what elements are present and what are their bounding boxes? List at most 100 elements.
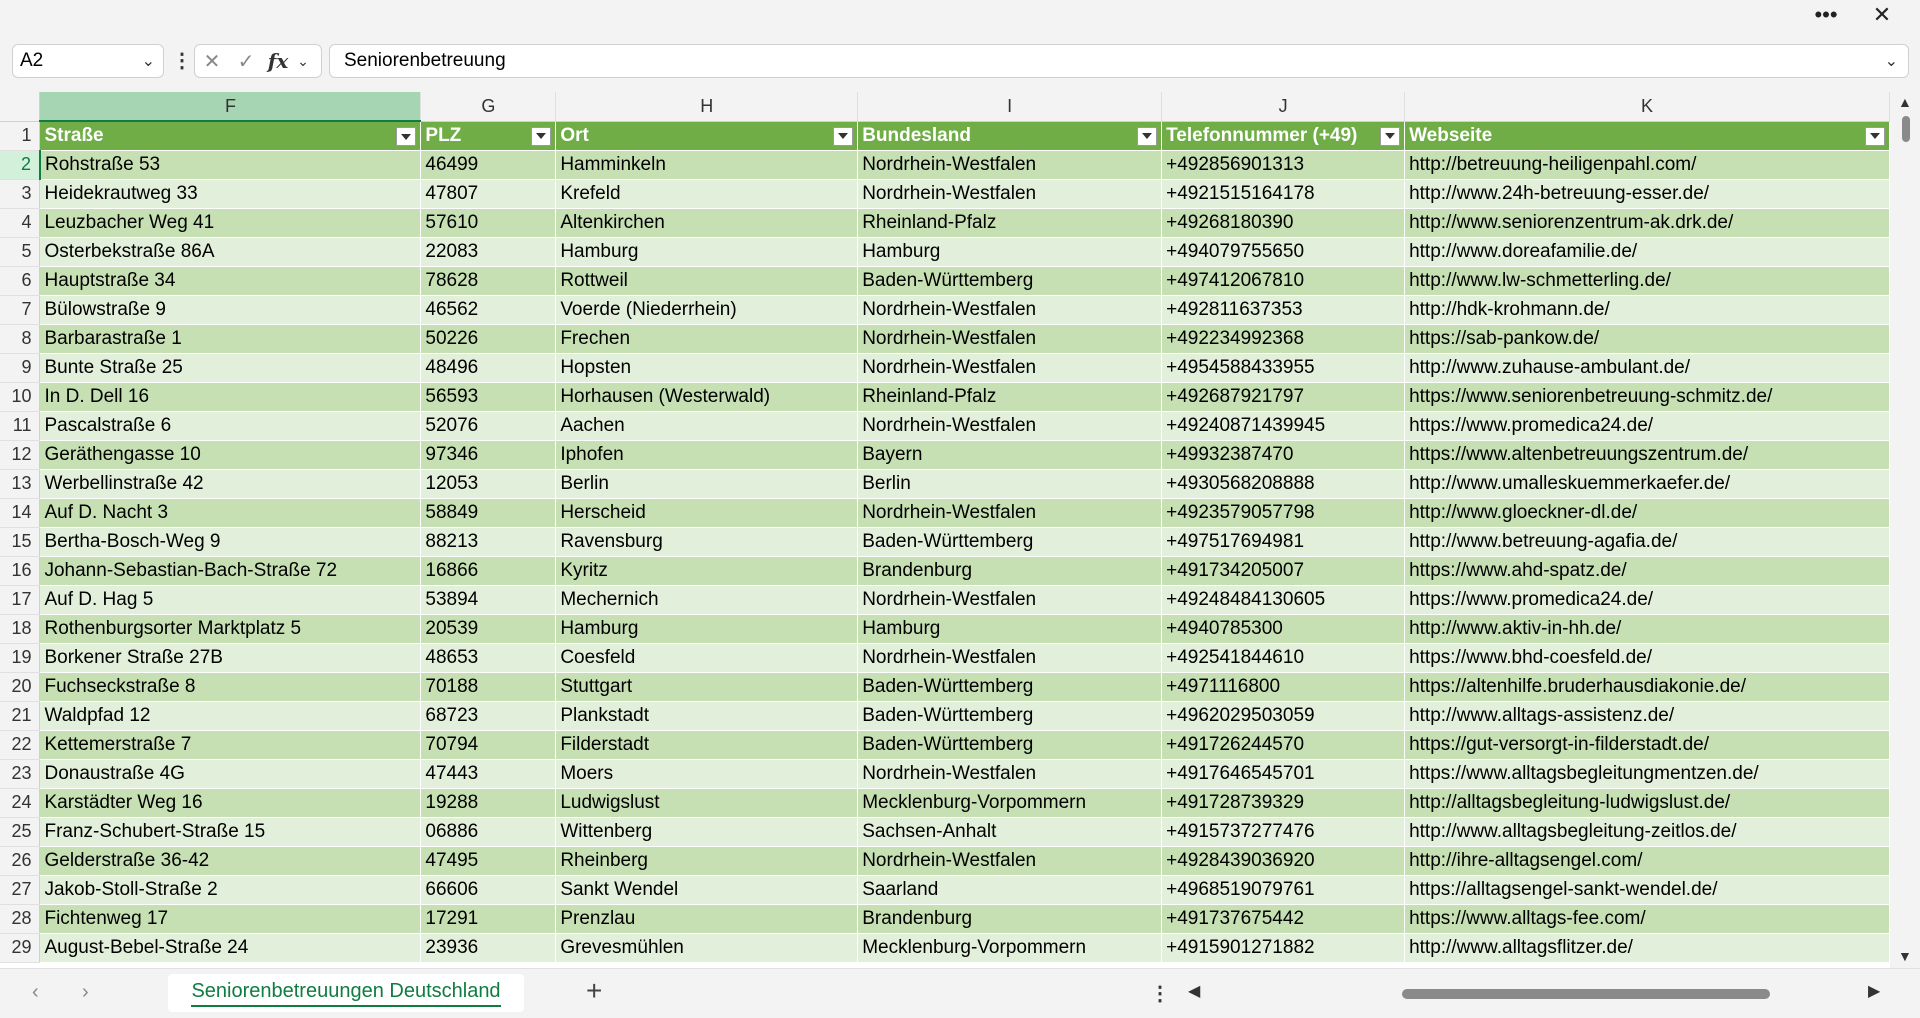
scroll-left-icon[interactable]: ◀ <box>1188 981 1200 1001</box>
table-cell[interactable]: http://www.lw-schmetterling.de/ <box>1404 266 1890 296</box>
table-cell[interactable]: Heidekrautweg 33 <box>39 179 422 209</box>
header-cell[interactable]: Bundesland <box>857 121 1163 151</box>
scroll-thumb[interactable] <box>1402 989 1770 999</box>
scroll-down-icon[interactable]: ▼ <box>1898 948 1912 964</box>
table-cell[interactable]: http://www.seniorenzentrum-ak.drk.de/ <box>1404 208 1890 238</box>
table-cell[interactable]: +49240871439945 <box>1161 411 1406 441</box>
table-cell[interactable]: Hamburg <box>555 237 859 267</box>
table-cell[interactable]: http://www.zuhause-ambulant.de/ <box>1404 353 1890 383</box>
table-cell[interactable]: Berlin <box>555 469 859 499</box>
table-cell[interactable]: 47443 <box>420 759 557 789</box>
table-cell[interactable]: Wittenberg <box>555 817 859 847</box>
table-cell[interactable]: 23936 <box>420 933 557 963</box>
table-cell[interactable]: Mechernich <box>555 585 859 615</box>
table-cell[interactable]: Filderstadt <box>555 730 859 760</box>
table-cell[interactable]: http://www.betreuung-agafia.de/ <box>1404 527 1890 557</box>
table-cell[interactable]: Geräthengasse 10 <box>39 440 422 470</box>
row-header[interactable]: 27 <box>0 875 41 905</box>
next-sheet-icon[interactable]: › <box>82 981 89 1004</box>
table-cell[interactable]: https://sab-pankow.de/ <box>1404 324 1890 354</box>
table-cell[interactable]: Nordrhein-Westfalen <box>857 846 1163 876</box>
table-cell[interactable]: 47807 <box>420 179 557 209</box>
table-cell[interactable]: 06886 <box>420 817 557 847</box>
table-cell[interactable]: Horhausen (Westerwald) <box>555 382 859 412</box>
row-header[interactable]: 14 <box>0 498 41 528</box>
table-cell[interactable]: Nordrhein-Westfalen <box>857 179 1163 209</box>
table-cell[interactable]: 78628 <box>420 266 557 296</box>
table-cell[interactable]: Saarland <box>857 875 1163 905</box>
table-cell[interactable]: Jakob-Stoll-Straße 2 <box>39 875 422 905</box>
column-header-h[interactable]: H <box>555 92 859 122</box>
function-chevron-icon[interactable]: ⌄ <box>293 53 313 70</box>
table-cell[interactable]: http://www.doreafamilie.de/ <box>1404 237 1890 267</box>
select-all-corner[interactable] <box>0 92 41 122</box>
table-cell[interactable]: http://www.gloeckner-dl.de/ <box>1404 498 1890 528</box>
table-cell[interactable]: 48496 <box>420 353 557 383</box>
header-cell[interactable]: Webseite <box>1404 121 1890 151</box>
table-cell[interactable]: +492811637353 <box>1161 295 1406 325</box>
row-header[interactable]: 13 <box>0 469 41 499</box>
table-cell[interactable]: Nordrhein-Westfalen <box>857 150 1163 180</box>
table-cell[interactable]: 47495 <box>420 846 557 876</box>
table-cell[interactable]: https://www.altenbetreuungszentrum.de/ <box>1404 440 1890 470</box>
table-cell[interactable]: Rheinland-Pfalz <box>857 208 1163 238</box>
table-cell[interactable]: Werbellinstraße 42 <box>39 469 422 499</box>
filter-dropdown-icon[interactable] <box>1137 126 1158 146</box>
filter-dropdown-icon[interactable] <box>833 126 854 146</box>
filter-dropdown-icon[interactable] <box>396 127 417 146</box>
row-header[interactable]: 10 <box>0 382 41 412</box>
row-header[interactable]: 8 <box>0 324 41 354</box>
table-cell[interactable]: Rottweil <box>555 266 859 296</box>
table-cell[interactable]: Donaustraße 4G <box>39 759 422 789</box>
table-cell[interactable]: http://alltagsbegleitung-ludwigslust.de/ <box>1404 788 1890 818</box>
table-cell[interactable]: https://www.promedica24.de/ <box>1404 411 1890 441</box>
vertical-dots-icon[interactable]: ⋮ <box>172 48 192 73</box>
table-cell[interactable]: Grevesmühlen <box>555 933 859 963</box>
row-header[interactable]: 5 <box>0 237 41 267</box>
table-cell[interactable]: Barbarastraße 1 <box>39 324 422 354</box>
header-cell[interactable]: Straße <box>39 121 422 151</box>
scroll-thumb[interactable] <box>1902 116 1910 142</box>
table-cell[interactable]: +4917646545701 <box>1161 759 1406 789</box>
vertical-scrollbar[interactable]: ▲ ▼ <box>1890 92 1920 968</box>
table-cell[interactable]: Voerde (Niederrhein) <box>555 295 859 325</box>
table-cell[interactable]: Rothenburgsorter Marktplatz 5 <box>39 614 422 644</box>
filter-dropdown-icon[interactable] <box>531 126 552 146</box>
table-cell[interactable]: Rohstraße 53 <box>39 150 422 180</box>
table-cell[interactable]: Brandenburg <box>857 904 1163 934</box>
row-header[interactable]: 7 <box>0 295 41 325</box>
table-cell[interactable]: Nordrhein-Westfalen <box>857 498 1163 528</box>
table-cell[interactable]: 88213 <box>420 527 557 557</box>
table-cell[interactable]: Altenkirchen <box>555 208 859 238</box>
table-cell[interactable]: +4921515164178 <box>1161 179 1406 209</box>
table-cell[interactable]: http://www.aktiv-in-hh.de/ <box>1404 614 1890 644</box>
table-cell[interactable]: Brandenburg <box>857 556 1163 586</box>
table-cell[interactable]: Nordrhein-Westfalen <box>857 324 1163 354</box>
table-cell[interactable]: 66606 <box>420 875 557 905</box>
table-cell[interactable]: +4962029503059 <box>1161 701 1406 731</box>
table-cell[interactable]: Hamburg <box>555 614 859 644</box>
table-cell[interactable]: +4928439036920 <box>1161 846 1406 876</box>
table-cell[interactable]: 19288 <box>420 788 557 818</box>
table-cell[interactable]: Kyritz <box>555 556 859 586</box>
table-cell[interactable]: Osterbekstraße 86A <box>39 237 422 267</box>
table-cell[interactable]: Karstädter Weg 16 <box>39 788 422 818</box>
table-cell[interactable]: +4971116800 <box>1161 672 1406 702</box>
column-header-f[interactable]: F <box>39 92 422 122</box>
table-cell[interactable]: Johann-Sebastian-Bach-Straße 72 <box>39 556 422 586</box>
table-cell[interactable]: +492687921797 <box>1161 382 1406 412</box>
row-header[interactable]: 29 <box>0 933 41 963</box>
table-cell[interactable]: +49248484130605 <box>1161 585 1406 615</box>
table-cell[interactable]: http://hdk-krohmann.de/ <box>1404 295 1890 325</box>
table-cell[interactable]: http://www.24h-betreuung-esser.de/ <box>1404 179 1890 209</box>
table-cell[interactable]: Gelderstraße 36-42 <box>39 846 422 876</box>
row-header[interactable]: 3 <box>0 179 41 209</box>
table-cell[interactable]: Bayern <box>857 440 1163 470</box>
row-header[interactable]: 16 <box>0 556 41 586</box>
row-header[interactable]: 28 <box>0 904 41 934</box>
table-cell[interactable]: 46499 <box>420 150 557 180</box>
row-header[interactable]: 11 <box>0 411 41 441</box>
table-cell[interactable]: Hopsten <box>555 353 859 383</box>
table-cell[interactable]: +497517694981 <box>1161 527 1406 557</box>
close-icon[interactable]: ✕ <box>1862 2 1902 28</box>
